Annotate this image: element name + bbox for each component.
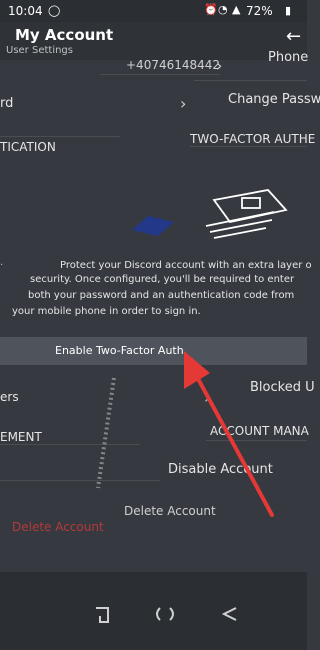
battery-icon: ▮ bbox=[285, 4, 292, 17]
status-bar: 10:04 ◯ ⏰ ◔ ▲ 72% ▮ bbox=[0, 0, 307, 22]
phone-chevron-icon[interactable]: › bbox=[216, 56, 222, 75]
app-bar: My Account User Settings ← bbox=[0, 22, 307, 60]
description-line: both your password and an authentication… bbox=[28, 290, 295, 301]
divider bbox=[100, 74, 220, 75]
page-subtitle: User Settings bbox=[6, 45, 73, 56]
description-line: your mobile phone in order to sign in. bbox=[12, 306, 201, 317]
divider bbox=[0, 136, 120, 137]
left-edge-icon: · bbox=[0, 260, 4, 271]
wifi-icon: ◔ bbox=[218, 3, 228, 16]
recent-apps-icon[interactable] bbox=[92, 606, 112, 624]
delete-account-item[interactable]: Delete Account bbox=[12, 520, 104, 534]
ghost-arrow-shadow bbox=[96, 377, 116, 489]
annotation-arrow-icon bbox=[184, 351, 274, 517]
battery-percent: 72% bbox=[246, 4, 273, 18]
signal-icon: ▲ bbox=[232, 3, 241, 16]
phone-shape bbox=[132, 216, 174, 236]
enable-two-factor-label: Enable Two-Factor Auth bbox=[55, 344, 184, 357]
description-line: Protect your Discord account with an ext… bbox=[60, 260, 312, 271]
change-password-chevron-icon[interactable]: › bbox=[180, 94, 186, 113]
account-management-left: EMENT bbox=[0, 430, 42, 444]
divider bbox=[194, 80, 307, 81]
change-password-item[interactable]: Change Passw bbox=[228, 92, 320, 107]
description-line: security. Once configured, you'll be req… bbox=[30, 274, 295, 285]
two-factor-illustration bbox=[132, 189, 288, 239]
page-title: My Account bbox=[15, 26, 114, 44]
two-factor-header: TWO-FACTOR AUTHE bbox=[190, 132, 316, 146]
blocked-users-left: ers bbox=[0, 390, 19, 404]
divider bbox=[190, 146, 307, 147]
status-time: 10:04 bbox=[8, 4, 43, 18]
back-icon[interactable] bbox=[218, 604, 240, 624]
home-icon[interactable] bbox=[154, 604, 176, 624]
alarm-icon: ⏰ bbox=[204, 3, 218, 16]
nav-bar bbox=[0, 572, 307, 650]
phone-label: Phone bbox=[268, 50, 309, 65]
phone-number: +40746148442 bbox=[126, 58, 221, 72]
notification-icon: ◯ bbox=[48, 4, 61, 17]
divider bbox=[0, 480, 160, 481]
back-arrow-icon[interactable]: ← bbox=[286, 26, 301, 47]
change-password-left: rd bbox=[0, 96, 14, 111]
two-factor-left: TICATION bbox=[0, 140, 56, 154]
